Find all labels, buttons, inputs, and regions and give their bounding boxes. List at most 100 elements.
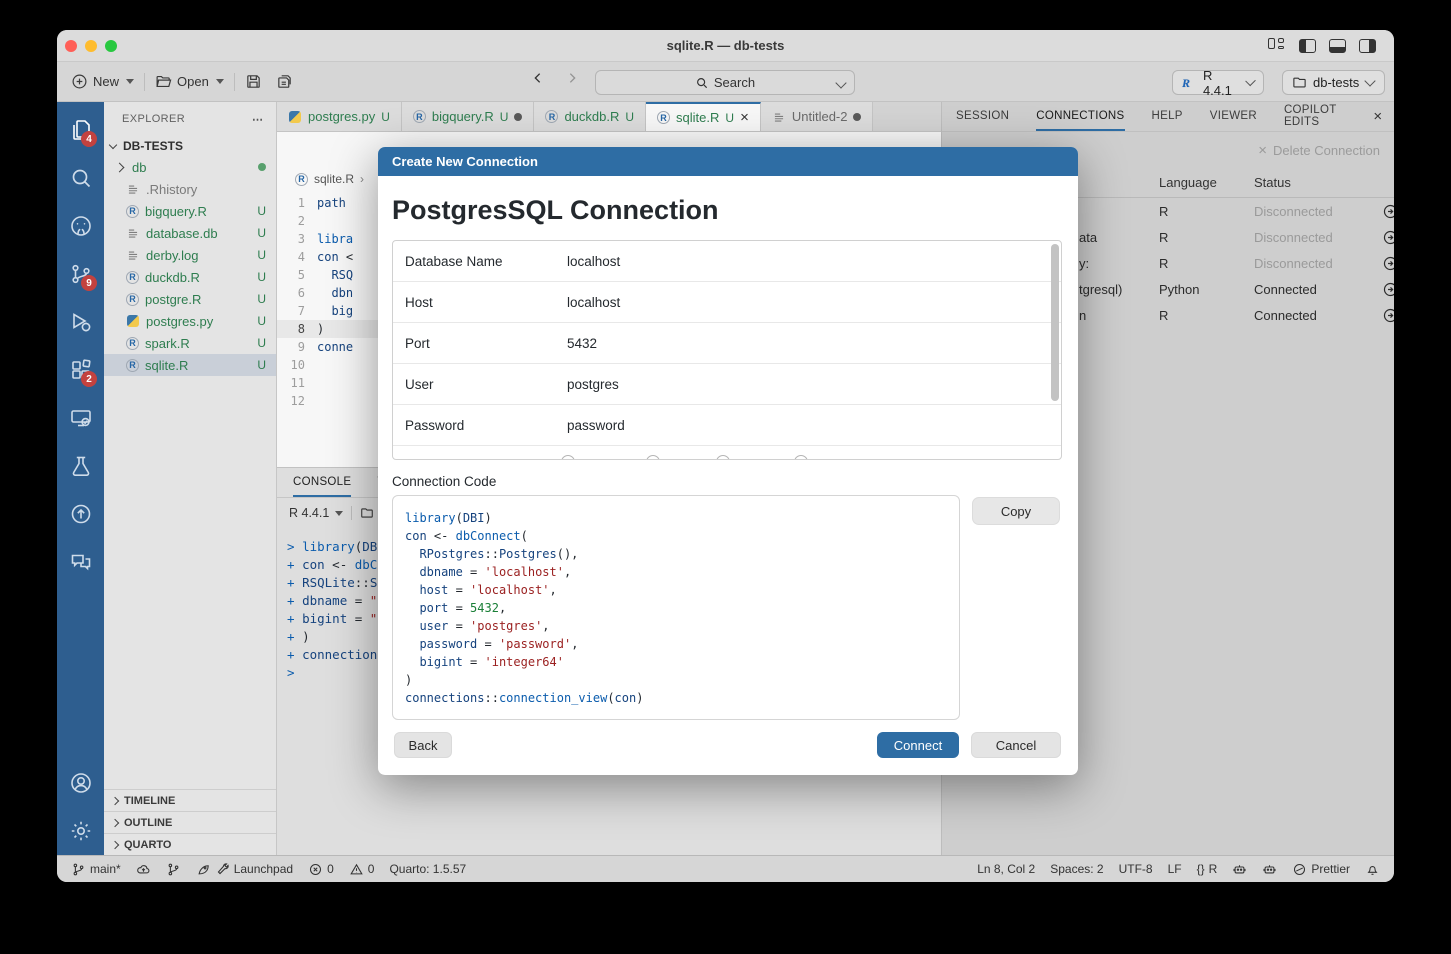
status-item-0[interactable]: 0 xyxy=(349,862,375,877)
status-item-r[interactable]: {}R xyxy=(1197,862,1218,876)
activity-testing[interactable] xyxy=(57,442,104,490)
status-item-quarto-1-5-57[interactable]: Quarto: 1.5.57 xyxy=(389,862,466,876)
navigate-forward-icon[interactable] xyxy=(564,70,580,86)
radio-option-icon[interactable] xyxy=(716,455,730,460)
panel-tab-copilot-edits[interactable]: COPILOT EDITS xyxy=(1284,102,1336,131)
status-item-launchpad[interactable]: Launchpad xyxy=(196,862,293,877)
status-item[interactable] xyxy=(136,862,151,877)
panel-tab-help[interactable]: HELP xyxy=(1152,102,1183,131)
explorer-more-icon[interactable]: ⋯ xyxy=(252,113,264,126)
activity-chat[interactable] xyxy=(57,538,104,586)
form-row-port[interactable]: Port5432 xyxy=(393,323,1061,364)
activity-remote[interactable] xyxy=(57,394,104,442)
activity-explorer[interactable]: 4 xyxy=(57,106,104,154)
breadcrumb[interactable]: R sqlite.R › xyxy=(295,172,364,186)
panel-tab-viewer[interactable]: VIEWER xyxy=(1210,102,1257,131)
status-item-spaces-2[interactable]: Spaces: 2 xyxy=(1050,862,1103,876)
status-item-utf-8[interactable]: UTF-8 xyxy=(1119,862,1153,876)
folder-chevron-icon[interactable] xyxy=(112,160,126,174)
tab-close-icon[interactable]: × xyxy=(740,110,749,125)
save-icon[interactable] xyxy=(245,73,262,90)
panel-tab-session[interactable]: SESSION xyxy=(956,102,1009,131)
remote-icon xyxy=(69,406,93,430)
section-timeline[interactable]: TIMELINE xyxy=(104,789,276,811)
back-button[interactable]: Back xyxy=(394,732,452,758)
code-token: con xyxy=(302,557,325,572)
tab-duckdb.R[interactable]: Rduckdb.RU xyxy=(534,102,646,131)
open-connection-icon[interactable] xyxy=(1382,307,1394,324)
activity-settings[interactable] xyxy=(57,807,104,855)
activity-extensions[interactable]: 2 xyxy=(57,346,104,394)
activity-source-control[interactable]: 9 xyxy=(57,250,104,298)
workspace-selector[interactable]: db-tests xyxy=(1282,70,1385,95)
file-row-db[interactable]: db xyxy=(104,156,276,178)
console-runtime-selector[interactable]: R 4.4.1 xyxy=(289,506,343,520)
open-connection-icon[interactable] xyxy=(1382,255,1394,272)
section-outline[interactable]: OUTLINE xyxy=(104,811,276,833)
connect-button[interactable]: Connect xyxy=(877,732,959,758)
navigate-back-icon[interactable] xyxy=(530,70,546,86)
form-row-password[interactable]: Passwordpassword xyxy=(393,405,1061,446)
form-row-user[interactable]: Userpostgres xyxy=(393,364,1061,405)
file-row-postgre.R[interactable]: Rpostgre.RU xyxy=(104,288,276,310)
status-item[interactable] xyxy=(1262,862,1277,877)
file-row-postgres.py[interactable]: postgres.pyU xyxy=(104,310,276,332)
status-item-prettier[interactable]: Prettier xyxy=(1292,862,1350,877)
status-item-lf[interactable]: LF xyxy=(1168,862,1182,876)
status-item[interactable] xyxy=(1365,862,1380,877)
activity-debug[interactable] xyxy=(57,298,104,346)
file-row-database.db[interactable]: database.dbU xyxy=(104,222,276,244)
search-input[interactable]: Search xyxy=(595,70,855,95)
open-connection-icon[interactable] xyxy=(1382,203,1394,220)
activity-github[interactable] xyxy=(57,202,104,250)
status-item-main-[interactable]: main* xyxy=(71,862,121,877)
connection-code-box[interactable]: library(DBI)con <- dbConnect( RPostgres:… xyxy=(392,495,960,720)
tab-bigquery.R[interactable]: Rbigquery.RU xyxy=(402,102,535,131)
console-tab-console[interactable]: CONSOLE xyxy=(293,468,351,497)
radio-option-icon[interactable] xyxy=(646,455,660,460)
delete-connection-button[interactable]: Delete Connection xyxy=(1273,143,1380,158)
connection-status: Disconnected xyxy=(1254,204,1382,219)
file-row-sqlite.R[interactable]: Rsqlite.RU xyxy=(104,354,276,376)
r-file-icon: R xyxy=(295,173,308,186)
form-row-database-name[interactable]: Database Namelocalhost xyxy=(393,241,1061,282)
panel-close-icon[interactable]: × xyxy=(1373,108,1382,125)
file-row-derby.log[interactable]: derby.logU xyxy=(104,244,276,266)
open-button[interactable]: Open xyxy=(151,70,228,93)
save-all-icon[interactable] xyxy=(276,73,293,90)
status-item[interactable] xyxy=(1232,862,1247,877)
status-item[interactable] xyxy=(166,862,181,877)
tab-postgres.py[interactable]: postgres.pyU xyxy=(277,102,402,131)
toggle-left-panel-icon[interactable] xyxy=(1299,39,1316,53)
form-row-host[interactable]: Hostlocalhost xyxy=(393,282,1061,323)
copy-button[interactable]: Copy xyxy=(972,497,1060,525)
activity-publish[interactable] xyxy=(57,490,104,538)
open-connection-icon[interactable] xyxy=(1382,281,1394,298)
tab-Untitled-2[interactable]: Untitled-2 xyxy=(761,102,874,131)
toggle-bottom-panel-icon[interactable] xyxy=(1329,39,1346,53)
status-item-0[interactable]: 0 xyxy=(308,862,334,877)
file-row-duckdb.R[interactable]: Rduckdb.RU xyxy=(104,266,276,288)
panel-tab-connections[interactable]: CONNECTIONS xyxy=(1036,102,1124,131)
open-connection-icon[interactable] xyxy=(1382,229,1394,246)
new-button[interactable]: New xyxy=(67,70,138,93)
status-item-ln-8-col-2[interactable]: Ln 8, Col 2 xyxy=(977,862,1035,876)
interpreter-selector[interactable]: R R 4.4.1 xyxy=(1172,70,1264,95)
code-token: :: xyxy=(484,547,498,561)
workspace-root-row[interactable]: DB-TESTS xyxy=(104,136,276,156)
customize-layout-icon[interactable] xyxy=(1268,38,1286,53)
section-quarto[interactable]: QUARTO xyxy=(104,833,276,855)
tab-modified-badge: U xyxy=(725,111,734,125)
form-scrollbar[interactable] xyxy=(1051,244,1059,401)
code-token: = xyxy=(463,565,485,579)
radio-option-icon[interactable] xyxy=(561,455,575,460)
radio-option-icon[interactable] xyxy=(794,455,808,460)
toggle-right-panel-icon[interactable] xyxy=(1359,39,1376,53)
file-row-bigquery.R[interactable]: Rbigquery.RU xyxy=(104,200,276,222)
activity-account[interactable] xyxy=(57,759,104,807)
file-row-spark.R[interactable]: Rspark.RU xyxy=(104,332,276,354)
activity-search[interactable] xyxy=(57,154,104,202)
tab-sqlite.R[interactable]: Rsqlite.RU× xyxy=(646,102,761,131)
cancel-button[interactable]: Cancel xyxy=(971,732,1061,758)
file-row-.Rhistory[interactable]: .Rhistory xyxy=(104,178,276,200)
